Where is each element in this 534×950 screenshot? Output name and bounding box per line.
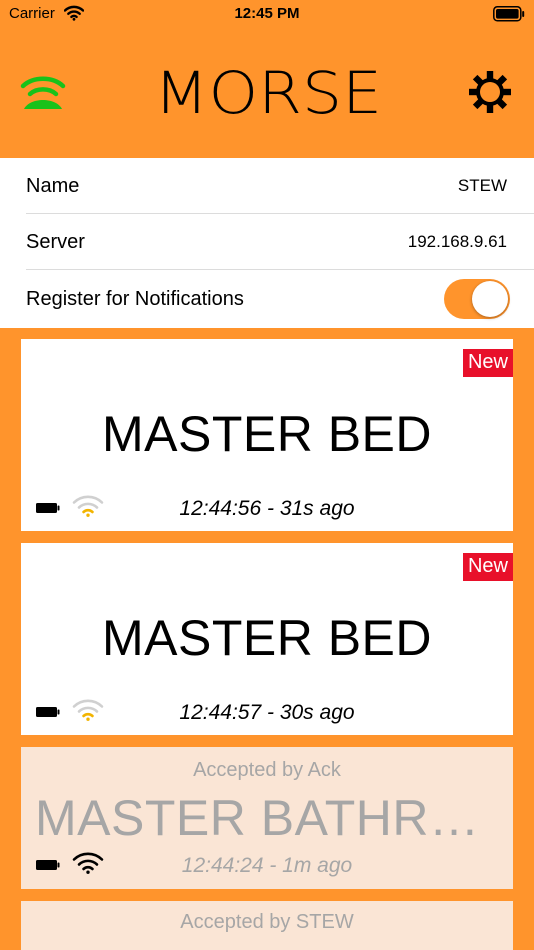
alert-card[interactable]: New MASTER BED 12:44:57 - 30s ago [21, 543, 513, 735]
name-label: Name [26, 175, 80, 197]
app-header: MORSE [0, 28, 534, 158]
notifications-row: Register for Notifications [0, 271, 534, 327]
accepted-by-label: Accepted by Ack [193, 759, 341, 781]
alert-title: MASTER BED [101, 610, 433, 666]
logo-text: MORSE [154, 64, 382, 118]
alert-title: MASTER BATHROOM [35, 790, 513, 846]
accepted-alert-card[interactable]: Accepted by Ack MASTER BATHROOM 12:44:24… [21, 747, 513, 889]
notifications-toggle[interactable] [444, 279, 510, 319]
notifications-label: Register for Notifications [26, 288, 244, 310]
settings-panel: Name STEW Server 192.168.9.61 Register f… [0, 158, 534, 328]
accepted-by-label: Accepted by STEW [180, 911, 354, 933]
broadcast-signal-icon[interactable] [20, 72, 66, 117]
status-bar: Carrier 12:45 PM [0, 0, 534, 28]
accepted-alert-card[interactable]: Accepted by STEW [21, 901, 513, 950]
alert-card[interactable]: New MASTER BED 12:44:56 - 31s ago [21, 339, 513, 531]
server-value: 192.168.9.61 [407, 232, 507, 251]
battery-icon [493, 6, 525, 26]
alert-title: MASTER BED [101, 406, 433, 462]
alert-time: 12:44:56 - 31s ago [179, 497, 355, 520]
row-divider [26, 269, 534, 270]
morse-logo: MORSE [154, 59, 382, 127]
status-time: 12:45 PM [234, 5, 300, 22]
new-badge: New [462, 349, 513, 377]
alert-time: 12:44:57 - 30s ago [179, 701, 355, 724]
gear-icon[interactable] [468, 70, 512, 119]
name-row[interactable]: Name STEW [0, 158, 534, 214]
new-badge: New [462, 553, 513, 581]
alert-time: 12:44:24 - 1m ago [181, 854, 353, 877]
name-value: STEW [457, 176, 507, 195]
toggle-knob [472, 281, 508, 317]
server-row[interactable]: Server 192.168.9.61 [0, 214, 534, 270]
server-label: Server [26, 231, 85, 253]
